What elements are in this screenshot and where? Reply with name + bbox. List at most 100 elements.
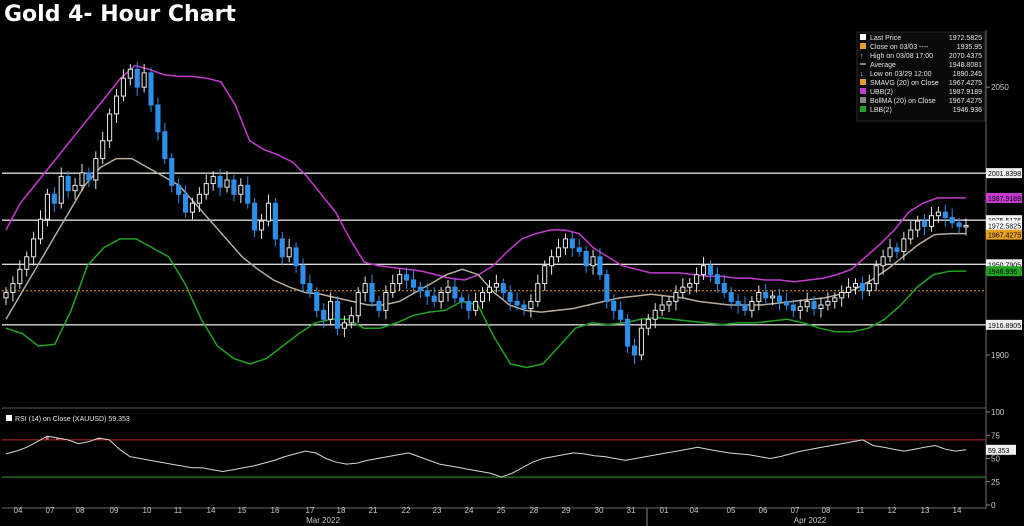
candle-body — [562, 238, 568, 249]
date-tick-label: 11 — [174, 506, 183, 515]
candle-body — [749, 300, 755, 311]
date-tick-label: 16 — [271, 506, 280, 515]
rsi-tick-label: 75 — [991, 431, 1000, 440]
candle-body — [252, 202, 258, 231]
axis-value-label: 1987.9189 — [988, 196, 1021, 203]
candle-body — [776, 295, 783, 302]
candle-body — [245, 184, 251, 204]
candle-body — [438, 292, 444, 302]
candle-body — [604, 274, 610, 302]
rsi-panel: RSI (14) on Close (XAUUSD) 59.353 0 25 50 75… — [2, 408, 1016, 510]
date-tick-label: 07 — [791, 506, 800, 515]
axis-value-label: 1967.4275 — [988, 233, 1021, 240]
date-tick-label: 30 — [595, 506, 604, 515]
legend-value: 1967.4275 — [949, 98, 982, 105]
legend-label: Low on 03/29 12:00 — [870, 71, 932, 78]
candle-body — [369, 283, 375, 302]
candle-body — [148, 72, 154, 106]
candle-body — [880, 256, 886, 267]
candle-body — [410, 279, 417, 288]
rsi-tick-label: 0 — [991, 501, 996, 510]
candle-body — [31, 238, 37, 258]
legend-swatch — [860, 43, 866, 49]
date-tick-label: 04 — [690, 506, 699, 515]
candle-body — [742, 304, 748, 311]
candle-body — [328, 300, 334, 320]
date-tick-label: 14 — [207, 506, 216, 515]
date-tick-label: 28 — [530, 506, 539, 515]
legend-label: UBB(2) — [870, 89, 893, 96]
candle-body — [790, 304, 796, 311]
candle-body — [694, 274, 700, 285]
candle-body — [459, 297, 465, 302]
candle-body — [500, 283, 506, 294]
candle-body — [404, 274, 410, 281]
date-tick-label: 23 — [433, 506, 442, 515]
candle-body — [424, 290, 430, 297]
candle-body — [763, 292, 769, 299]
candle-body — [859, 283, 865, 292]
legend-label: Last Price — [870, 35, 901, 42]
candle-body — [341, 322, 347, 329]
candle-body — [307, 283, 313, 294]
candle-body — [203, 183, 209, 195]
candle-body — [555, 247, 562, 258]
candle-body — [908, 229, 914, 240]
candle-body — [390, 283, 396, 294]
candle-body — [818, 304, 824, 310]
candle-body — [314, 292, 320, 311]
candle-body — [569, 238, 575, 249]
candle-body — [631, 345, 638, 356]
candle-body — [24, 256, 30, 270]
candle-body — [963, 224, 969, 228]
candle-body — [452, 286, 458, 299]
candle-body — [134, 68, 140, 88]
legend-label: Average — [870, 62, 896, 69]
candle-body — [210, 175, 216, 185]
candle-body — [397, 274, 403, 285]
rsi-value-label: 59.353 — [988, 448, 1010, 455]
date-tick-label: 05 — [727, 506, 736, 515]
candle-body — [486, 286, 493, 293]
candle-body — [493, 283, 499, 288]
candle-body — [825, 300, 831, 306]
candle-body — [700, 265, 707, 276]
candle-body — [479, 292, 486, 302]
date-tick-label: 11 — [856, 506, 865, 515]
candle-body — [915, 220, 921, 231]
rsi-legend-swatch — [6, 415, 12, 421]
legend-label: High on 03/08 17:00 — [870, 53, 933, 60]
candle-body — [894, 247, 900, 252]
candle-body — [597, 256, 603, 276]
candle-body — [17, 268, 23, 285]
candle-body — [72, 184, 78, 192]
candle-body — [473, 300, 479, 311]
candle-body — [942, 211, 948, 218]
candle-body — [169, 158, 175, 186]
candle-body — [217, 175, 223, 188]
date-tick-label: 08 — [822, 506, 831, 515]
candle-body — [507, 292, 513, 302]
date-tick-label: 12 — [888, 506, 897, 515]
candle-body — [666, 300, 672, 306]
candle-body — [445, 286, 451, 293]
legend-value: 1948.8081 — [949, 62, 982, 69]
candle-body — [383, 292, 389, 311]
candle-body — [922, 220, 928, 227]
date-axis: 04 07 08 09 10 11 14 15 16 17 18 21 22 23 24 25 28 29 30 31… — [14, 506, 962, 526]
candle-body — [258, 220, 265, 231]
axis-value-label: 1972.5825 — [988, 223, 1021, 230]
candle-body — [155, 104, 161, 133]
legend-swatch — [860, 79, 866, 85]
candle-body — [735, 300, 741, 306]
candle-body — [334, 300, 341, 329]
candle-body — [3, 292, 9, 299]
rsi-line — [5, 435, 967, 478]
candle-body — [231, 179, 237, 195]
candle-body — [928, 215, 935, 227]
candle-body — [65, 175, 71, 192]
date-tick-label: 07 — [46, 506, 55, 515]
candle-body — [687, 283, 693, 288]
candle-body — [714, 274, 720, 285]
candle-body — [839, 292, 845, 299]
